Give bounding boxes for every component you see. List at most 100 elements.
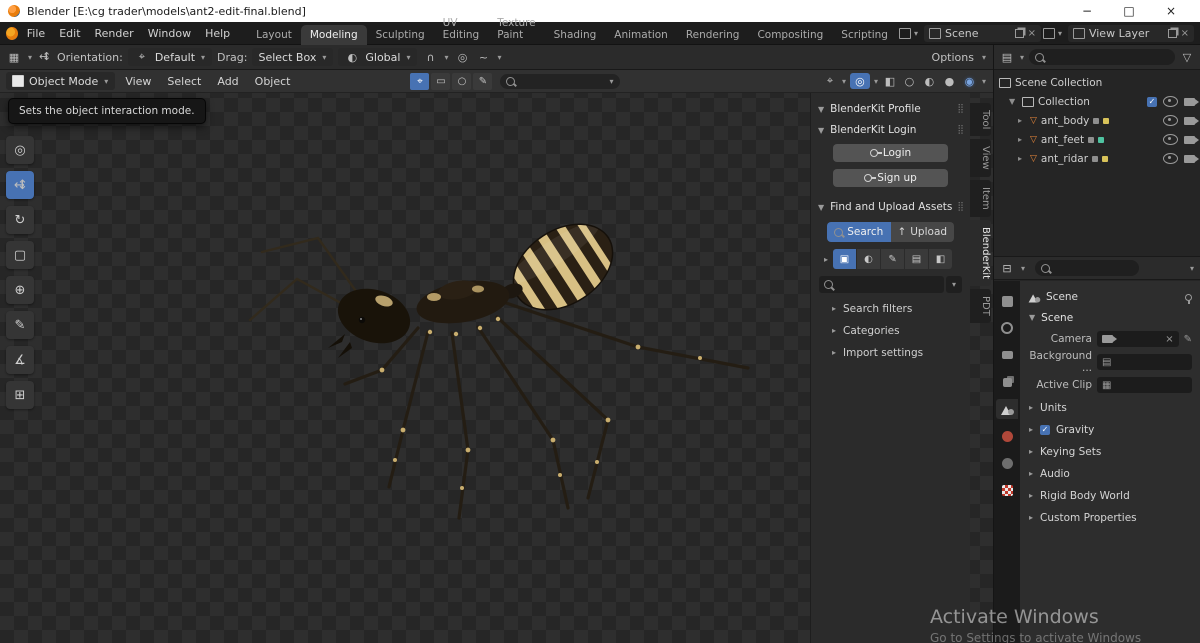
menu-file[interactable]: File <box>20 25 52 42</box>
search-tab[interactable]: Search <box>827 222 891 242</box>
tab-scripting[interactable]: Scripting <box>832 25 897 45</box>
new-scene-icon[interactable] <box>1014 28 1024 38</box>
clear-icon[interactable]: × <box>1165 334 1173 345</box>
outliner-editor-icon[interactable]: ▤ <box>999 49 1015 65</box>
measure-tool-button[interactable]: ∡ <box>6 346 34 374</box>
asset-type-model-button[interactable]: ▣ <box>833 249 857 269</box>
falloff-icon[interactable]: ~ <box>476 49 492 65</box>
render-properties-tab[interactable] <box>996 318 1018 338</box>
categories-row[interactable]: ▸ Categories <box>817 322 964 339</box>
menu-window[interactable]: Window <box>141 25 198 42</box>
rotate-tool-button[interactable]: ↻ <box>6 206 34 234</box>
add-cube-tool-button[interactable]: ⊞ <box>6 381 34 409</box>
output-properties-tab[interactable] <box>996 345 1018 365</box>
render-visibility-icon[interactable] <box>1184 135 1199 144</box>
drag-handle-icon[interactable]: ⣿ <box>957 125 964 135</box>
object-row-ant-ridar[interactable]: ▸ ▽ ant_ridar <box>994 149 1200 168</box>
signup-button[interactable]: Sign up <box>833 169 948 187</box>
menu-help[interactable]: Help <box>198 25 237 42</box>
find-upload-assets-header[interactable]: ▼ Find and Upload Assets ⣿ <box>817 199 964 215</box>
circle-select-button[interactable]: ○ <box>452 72 472 90</box>
annotate-tool-button[interactable]: ✎ <box>6 311 34 339</box>
minimize-button[interactable]: − <box>1066 0 1108 22</box>
asset-type-scene-button[interactable]: ▤ <box>905 249 929 269</box>
menu-edit[interactable]: Edit <box>52 25 87 42</box>
gravity-section[interactable]: ▸ ✓ Gravity <box>1028 420 1192 439</box>
hide-eye-icon[interactable] <box>1163 134 1178 145</box>
login-button[interactable]: Login <box>833 144 948 162</box>
view-layer-properties-tab[interactable] <box>996 372 1018 392</box>
remove-view-layer-icon[interactable]: × <box>1181 28 1189 39</box>
tab-sculpting[interactable]: Sculpting <box>367 25 434 45</box>
pin-icon[interactable] <box>1185 293 1192 304</box>
units-section[interactable]: ▸ Units <box>1028 398 1192 417</box>
transform-tool-button[interactable]: ⊕ <box>6 276 34 304</box>
tab-uv-editing[interactable]: UV Editing <box>434 13 489 45</box>
asset-type-material-button[interactable]: ◐ <box>857 249 881 269</box>
mode-dropdown[interactable]: Object Mode ▾ <box>6 72 116 90</box>
expand-icon[interactable]: ▸ <box>1018 154 1026 163</box>
tweak-select-button[interactable]: ⌖ <box>410 72 430 90</box>
collection-row[interactable]: ▼ Collection ✓ <box>994 92 1200 111</box>
scene-selector[interactable]: Scene × <box>924 24 1041 42</box>
viewport-search-field[interactable]: ▾ <box>500 73 621 89</box>
scene-section-header[interactable]: ▼ Scene <box>1028 309 1192 326</box>
hide-eye-icon[interactable] <box>1163 96 1178 107</box>
render-visibility-icon[interactable] <box>1184 116 1199 125</box>
orientation-dropdown[interactable]: ⌖ Default ▾ <box>127 48 213 66</box>
object-properties-tab[interactable] <box>996 453 1018 473</box>
shading-wireframe-button[interactable]: ○ <box>901 75 918 88</box>
properties-search-field[interactable] <box>1035 260 1140 276</box>
active-clip-field[interactable]: ▦ <box>1097 377 1192 393</box>
new-view-layer-icon[interactable] <box>1167 28 1177 38</box>
expand-icon[interactable]: ▸ <box>824 255 828 264</box>
asset-search-input[interactable] <box>819 276 944 293</box>
tab-texture-paint[interactable]: Texture Paint <box>488 13 544 45</box>
camera-field[interactable]: × <box>1097 331 1179 347</box>
menu-view[interactable]: View <box>119 73 157 90</box>
scene-browse-icon[interactable] <box>897 25 913 41</box>
sidebar-tab-tool[interactable]: Tool <box>970 103 991 137</box>
hide-eye-icon[interactable] <box>1163 153 1178 164</box>
eyedropper-icon[interactable]: ✎ <box>1184 334 1192 345</box>
search-filters-row[interactable]: ▸ Search filters <box>817 300 964 317</box>
box-select-button[interactable]: ▭ <box>431 72 451 90</box>
tab-rendering[interactable]: Rendering <box>677 25 749 45</box>
shading-material-button[interactable]: ● <box>941 75 958 88</box>
menu-select[interactable]: Select <box>161 73 207 90</box>
shading-rendered-button[interactable]: ◉ <box>961 75 978 88</box>
tab-modeling[interactable]: Modeling <box>300 24 367 45</box>
object-row-ant-body[interactable]: ▸ ▽ ant_body <box>994 111 1200 130</box>
lasso-select-button[interactable]: ✎ <box>473 72 493 90</box>
sidebar-tab-item[interactable]: Item <box>970 180 991 217</box>
background-field[interactable]: ▤ <box>1097 354 1192 370</box>
view-layer-browse-icon[interactable] <box>1041 25 1057 41</box>
tab-shading[interactable]: Shading <box>545 25 606 45</box>
menu-add[interactable]: Add <box>211 73 244 90</box>
gravity-checkbox[interactable]: ✓ <box>1040 424 1051 435</box>
audio-section[interactable]: ▸ Audio <box>1028 464 1192 483</box>
drag-handle-icon[interactable]: ⣿ <box>957 202 964 212</box>
asset-type-brush-button[interactable]: ✎ <box>881 249 905 269</box>
outliner-filter-icon[interactable]: ▽ <box>1179 49 1195 65</box>
tab-layout[interactable]: Layout <box>247 25 301 45</box>
maximize-button[interactable]: □ <box>1108 0 1150 22</box>
properties-editor-icon[interactable]: ⊟ <box>999 260 1015 276</box>
close-button[interactable]: × <box>1150 0 1192 22</box>
menu-object[interactable]: Object <box>249 73 297 90</box>
collection-checkbox[interactable]: ✓ <box>1147 96 1157 107</box>
drag-dropdown[interactable]: Select Box ▾ <box>252 48 334 66</box>
blenderkit-login-header[interactable]: ▼ BlenderKit Login ⣿ <box>817 122 964 138</box>
expand-icon[interactable]: ▸ <box>1018 116 1026 125</box>
cursor-tool-button[interactable]: ◎ <box>6 136 34 164</box>
hide-eye-icon[interactable] <box>1163 115 1178 126</box>
sidebar-tab-pdt[interactable]: PDT <box>970 288 991 323</box>
snap-magnet-icon[interactable]: ∩ <box>422 49 438 65</box>
xray-toggle-icon[interactable]: ◧ <box>882 73 898 89</box>
overlays-toggle-icon[interactable]: ◎ <box>849 73 870 89</box>
blender-menu-icon[interactable] <box>6 26 18 40</box>
render-visibility-icon[interactable] <box>1184 97 1199 106</box>
proportional-editing-icon[interactable]: ◎ <box>455 49 471 65</box>
collapse-icon[interactable]: ▼ <box>1009 97 1017 106</box>
tool-properties-tab[interactable] <box>996 291 1018 311</box>
